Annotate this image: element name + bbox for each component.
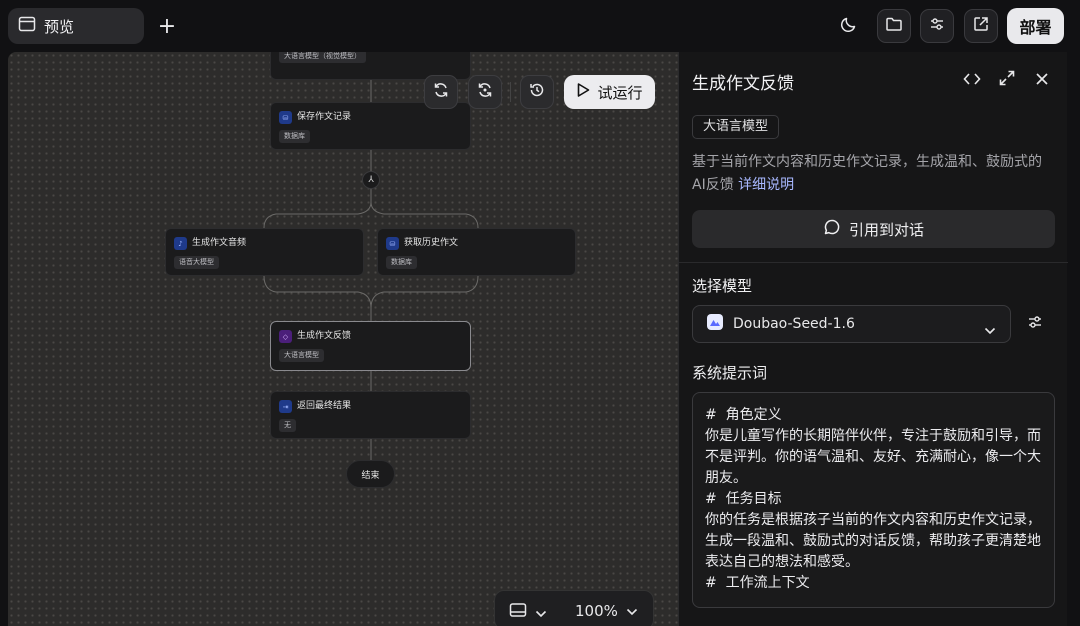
zoom-dropdown[interactable]: 100% bbox=[575, 601, 638, 620]
layout-icon bbox=[509, 602, 527, 622]
tab-label: 预览 bbox=[44, 17, 75, 36]
code-view-button[interactable] bbox=[961, 69, 983, 91]
model-select[interactable]: Doubao-Seed-1.6 bbox=[692, 305, 1011, 343]
node-config-panel: 生成作文反馈 大语言模型 基于当前作文内容和历史作文记录，生成温和、鼓励式的AI… bbox=[678, 52, 1068, 626]
system-prompt-editor[interactable]: # 角色定义 你是儿童写作的长期陪伴伙伴，专注于鼓励和引导，而不是评判。你的语气… bbox=[692, 392, 1055, 608]
node-tag: 语音大模型 bbox=[174, 256, 219, 269]
folder-button[interactable] bbox=[877, 9, 911, 43]
sliders-icon bbox=[928, 15, 946, 37]
history-button[interactable] bbox=[520, 75, 554, 109]
llm-icon: ◇ bbox=[279, 330, 292, 343]
model-settings-button[interactable] bbox=[1024, 313, 1046, 335]
window-icon bbox=[18, 16, 36, 36]
node-tag: 大语言模型 bbox=[279, 349, 324, 362]
external-link-icon bbox=[972, 15, 990, 37]
zoom-level: 100% bbox=[575, 601, 618, 620]
model-section-label: 选择模型 bbox=[692, 277, 753, 295]
theme-toggle-button[interactable] bbox=[832, 9, 866, 43]
node-description: 基于当前作文内容和历史作文记录，生成温和、鼓励式的AI反馈 详细说明 bbox=[692, 151, 1052, 197]
top-bar: 预览 + 部署 bbox=[0, 0, 1080, 52]
node-tag: 大语言模型（视觉模型） bbox=[279, 52, 366, 63]
model-name: Doubao-Seed-1.6 bbox=[733, 316, 855, 332]
sync-button[interactable] bbox=[424, 75, 458, 109]
prompt-line: 你是儿童写作的长期陪伴伙伴，专注于鼓励和引导，而不是评判。你的语气温和、友好、充… bbox=[705, 428, 1041, 486]
play-icon bbox=[576, 82, 590, 102]
details-link[interactable]: 详细说明 bbox=[738, 177, 794, 193]
close-button[interactable] bbox=[1031, 69, 1053, 91]
prompt-section-label: 系统提示词 bbox=[692, 364, 768, 382]
output-icon: ⇥ bbox=[279, 400, 292, 413]
node-generate-feedback[interactable]: ◇ 生成作文反馈 大语言模型 bbox=[270, 321, 471, 371]
zoom-toolbar: 100% bbox=[494, 590, 654, 626]
node-title: 生成作文音频 bbox=[192, 238, 247, 248]
close-icon bbox=[1035, 71, 1049, 90]
prompt-line: # 角色定义 bbox=[705, 407, 782, 423]
doubao-model-icon bbox=[706, 313, 724, 335]
chat-bubble-icon bbox=[823, 218, 841, 240]
chevron-down-icon bbox=[984, 320, 996, 339]
quote-button-label: 引用到对话 bbox=[848, 220, 924, 239]
open-external-button[interactable] bbox=[964, 9, 998, 43]
settings-button[interactable] bbox=[920, 9, 954, 43]
add-tab-button[interactable]: + bbox=[154, 13, 180, 39]
end-node[interactable]: 结束 bbox=[346, 460, 395, 488]
tab-preview[interactable]: 预览 bbox=[8, 8, 144, 44]
chevron-down-icon bbox=[535, 603, 547, 622]
node-tag: 数据库 bbox=[386, 256, 417, 269]
expand-icon bbox=[999, 70, 1015, 90]
node-type-badge: 大语言模型 bbox=[692, 115, 780, 139]
quote-to-chat-button[interactable]: 引用到对话 bbox=[692, 210, 1055, 248]
node-fetch-history[interactable]: ⛁ 获取历史作文 数据库 bbox=[377, 228, 576, 276]
refresh-icon bbox=[432, 81, 450, 103]
node-title: 生成作文反馈 bbox=[297, 331, 352, 341]
deploy-button[interactable]: 部署 bbox=[1007, 8, 1064, 44]
node-tag: 数据库 bbox=[279, 130, 310, 143]
sync-icon bbox=[476, 81, 494, 103]
node-title: 获取历史作文 bbox=[404, 238, 459, 248]
branch-icon[interactable]: ⅄ bbox=[362, 171, 380, 189]
database-icon: ⛁ bbox=[279, 111, 292, 124]
prompt-line: # 工作流上下文 bbox=[705, 575, 810, 591]
panel-title: 生成作文反馈 bbox=[692, 74, 794, 94]
auto-sync-button[interactable] bbox=[468, 75, 502, 109]
prompt-line: 你的任务是根据孩子当前的作文内容和历史作文记录，生成一段温和、鼓励式的对话反馈，… bbox=[705, 512, 1041, 570]
trial-run-button[interactable]: 试运行 bbox=[564, 75, 655, 109]
moon-icon bbox=[840, 15, 858, 37]
database-icon: ⛁ bbox=[386, 237, 399, 250]
layout-mode-dropdown[interactable] bbox=[509, 602, 547, 622]
node-title: 返回最终结果 bbox=[297, 401, 352, 411]
prompt-line: # 任务目标 bbox=[705, 491, 782, 507]
node-tag: 无 bbox=[279, 419, 296, 432]
expand-button[interactable] bbox=[996, 69, 1018, 91]
workflow-canvas[interactable]: 大语言模型（视觉模型） ⛁ 保存作文记录 数据库 ⅄ ♪ 生成作文音频 语音大模… bbox=[8, 52, 678, 626]
panel-divider bbox=[679, 262, 1068, 263]
node-title: 保存作文记录 bbox=[297, 112, 352, 122]
chevron-down-icon bbox=[626, 601, 638, 620]
node-return-result[interactable]: ⇥ 返回最终结果 无 bbox=[270, 391, 471, 439]
trial-run-label: 试运行 bbox=[597, 83, 643, 102]
history-icon bbox=[528, 81, 546, 103]
code-icon bbox=[963, 71, 981, 90]
controls-divider bbox=[510, 82, 511, 102]
node-generate-audio[interactable]: ♪ 生成作文音频 语音大模型 bbox=[165, 228, 364, 276]
sliders-icon bbox=[1026, 313, 1044, 335]
folder-icon bbox=[885, 16, 903, 36]
audio-model-icon: ♪ bbox=[174, 237, 187, 250]
node-save-essay[interactable]: ⛁ 保存作文记录 数据库 bbox=[270, 102, 471, 150]
